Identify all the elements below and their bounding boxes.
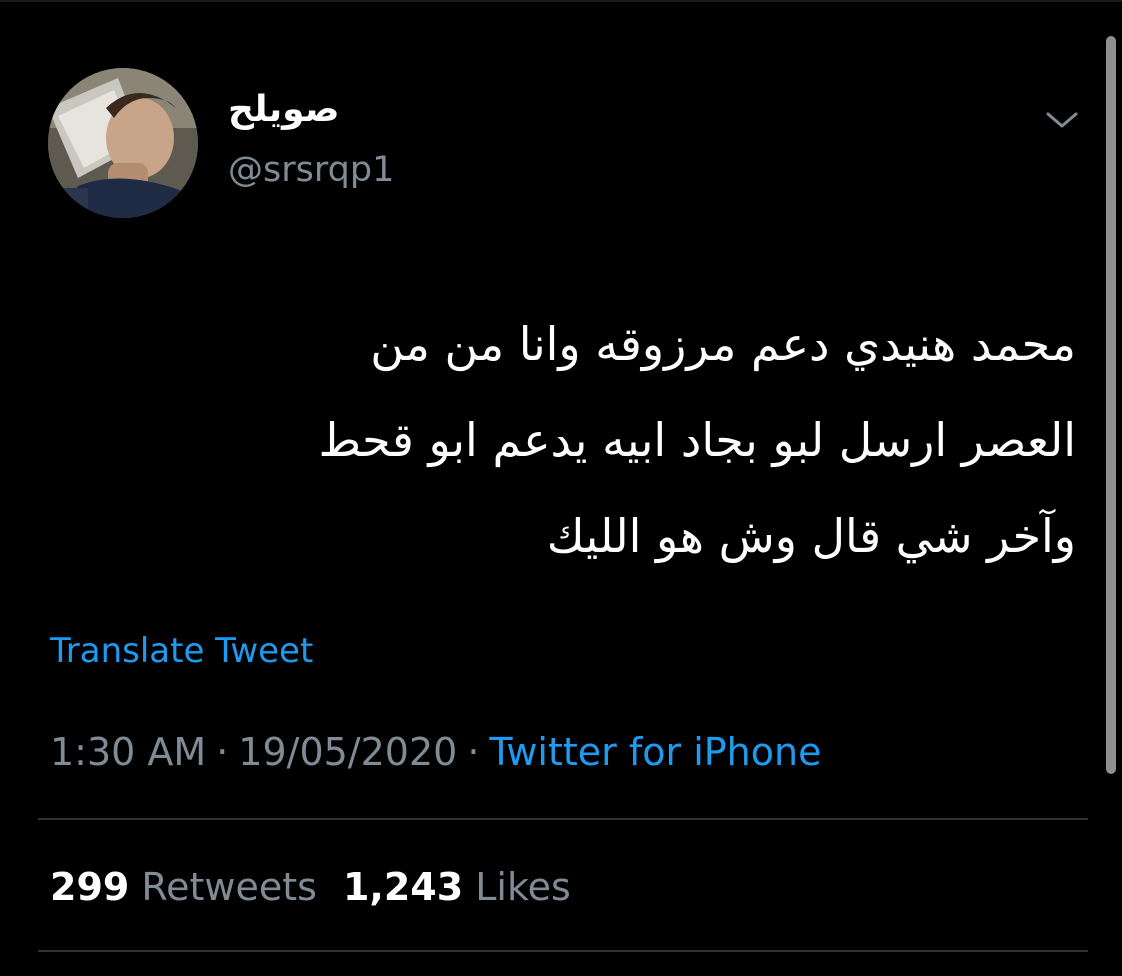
separator-dot: · [467, 730, 480, 774]
tweet-source-link[interactable]: Twitter for iPhone [489, 730, 821, 774]
tweet-text-line: وآخر شي قال وش هو الليك [546, 509, 1076, 563]
translate-tweet-link[interactable]: Translate Tweet [50, 628, 313, 674]
more-options-button[interactable] [1040, 102, 1084, 138]
scrollbar[interactable] [1106, 36, 1116, 774]
display-name[interactable]: صويلح [228, 84, 378, 136]
likes-stat[interactable]: 1,243 Likes [343, 865, 571, 909]
tweet-metadata: 1:30 AM · 19/05/2020 · Twitter for iPhone [50, 726, 821, 778]
likes-count: 1,243 [342, 865, 464, 909]
tweet-date: 19/05/2020 [238, 730, 458, 774]
avatar-image [48, 68, 198, 218]
handle[interactable]: @srsrqp1 [228, 146, 394, 194]
engagement-stats: 299 Retweets 1,243 Likes [50, 862, 571, 912]
chevron-down-icon [1046, 112, 1078, 128]
retweets-count: 299 [50, 865, 130, 909]
retweets-label: Retweets [141, 865, 317, 909]
tweet-text-line: العصر ارسل لبو بجاد ابيه يدعم ابو قحط [318, 413, 1076, 467]
tweet-text-line: محمد هنيدي دعم مرزوقه وانا من من [370, 317, 1076, 371]
separator-dot: · [216, 730, 229, 774]
retweets-stat[interactable]: 299 Retweets [50, 865, 317, 909]
divider [38, 818, 1088, 820]
tweet-time: 1:30 AM [50, 730, 207, 774]
tweet-detail-screen: صويلح @srsrqp1 محمد هنيدي دعم مرزوقه وان… [0, 0, 1122, 976]
likes-label: Likes [475, 865, 571, 909]
avatar[interactable] [48, 68, 198, 218]
tweet-text: محمد هنيدي دعم مرزوقه وانا من من العصر ا… [80, 296, 1076, 584]
top-border [0, 0, 1122, 2]
divider [38, 950, 1088, 952]
